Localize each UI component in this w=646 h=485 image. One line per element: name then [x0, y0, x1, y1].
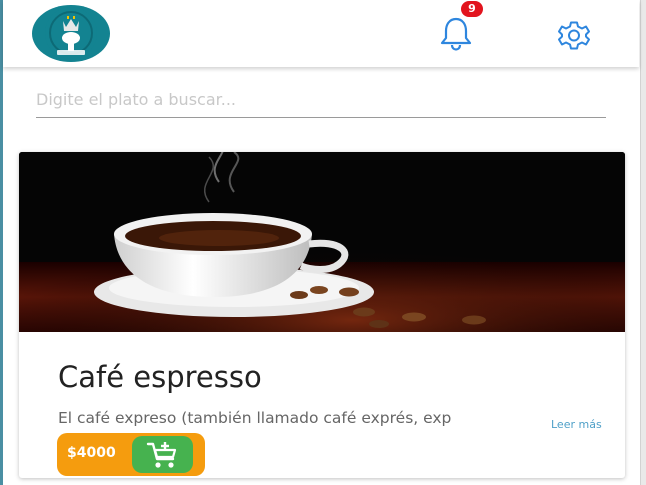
price-label: $4000: [67, 445, 116, 461]
window-frame-left: [0, 0, 3, 485]
price-badge: $4000: [57, 433, 205, 476]
gear-icon: [558, 21, 590, 50]
notifications-button[interactable]: [438, 14, 474, 52]
bell-icon: [440, 17, 472, 51]
notification-count-badge: 9: [461, 1, 483, 17]
settings-button[interactable]: [556, 19, 592, 52]
read-more-link[interactable]: Leer más: [551, 418, 602, 431]
restaurant-logo[interactable]: [32, 5, 110, 62]
coffee-cup-image: [19, 152, 625, 332]
product-description: El café expreso (también llamado café ex…: [58, 409, 452, 427]
add-to-cart-button[interactable]: [132, 436, 193, 473]
scrollbar[interactable]: [640, 0, 646, 485]
search-input[interactable]: [36, 82, 606, 118]
product-title: Café espresso: [58, 360, 262, 394]
add-to-cart-icon: [146, 442, 177, 468]
logo-emblem-icon: [45, 7, 97, 59]
top-bar: 9: [3, 0, 639, 67]
product-card[interactable]: Café espresso El café expreso (también l…: [19, 152, 625, 478]
